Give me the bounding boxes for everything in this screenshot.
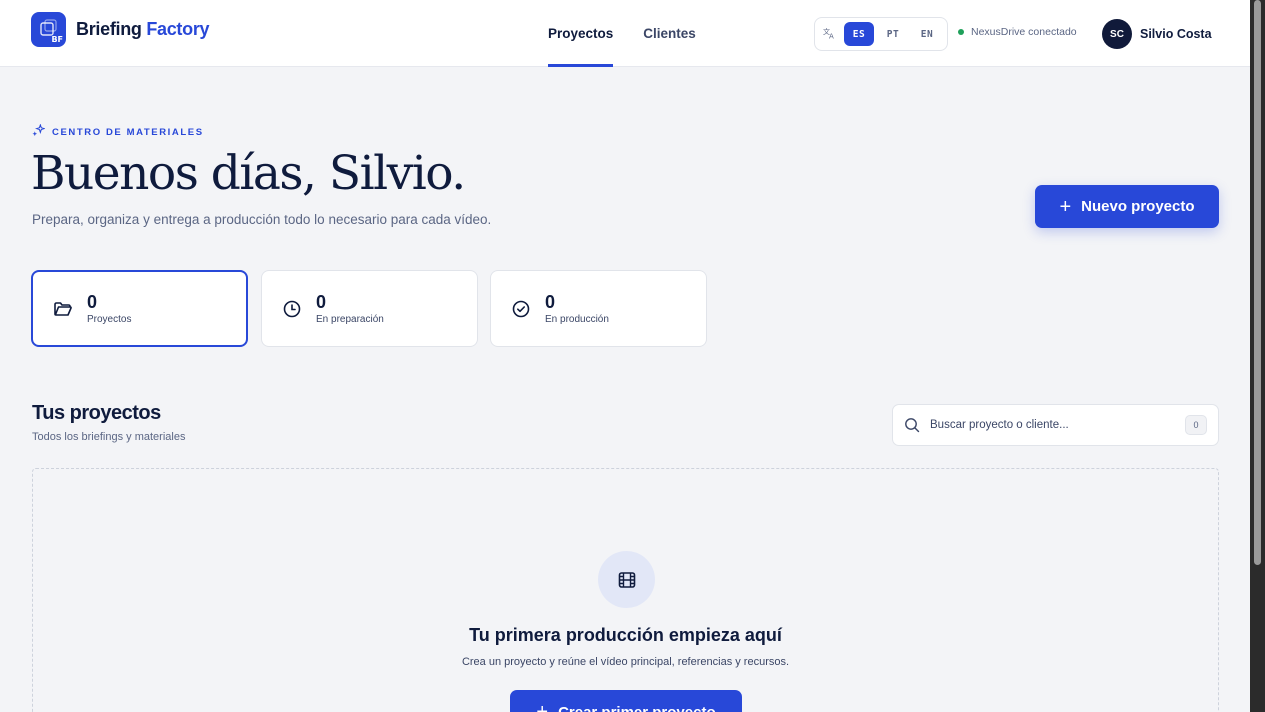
empty-state-subtitle: Crea un proyecto y reúne el vídeo princi… [461,656,790,668]
user-name: Silvio Costa [1140,27,1212,41]
status-dot-icon [958,29,964,35]
language-switcher: 文 A ES PT EN [814,17,948,51]
stat-text: 0 En producción [545,293,609,325]
brand-name-main: Briefing [76,19,142,39]
create-first-project-label: Crear primer proyecto [558,703,716,712]
section-subtitle: Todos los briefings y materiales [32,431,186,443]
results-count-badge: 0 [1185,415,1207,435]
main-nav: Proyectos Clientes [548,0,696,67]
drive-status-text: NexusDrive conectado [971,26,1077,38]
check-circle-icon [512,300,530,317]
user-menu[interactable]: SC Silvio Costa [1102,19,1212,49]
tab-clientes[interactable]: Clientes [643,0,696,67]
stat-card-en-produccion[interactable]: 0 En producción [490,270,707,347]
brand[interactable]: BF Briefing Factory [31,12,210,47]
stat-text: 0 Proyectos [87,293,131,325]
drive-status: NexusDrive conectado [958,26,1077,38]
brand-logo-icon: BF [31,12,66,47]
top-bar: BF Briefing Factory Proyectos Clientes 文… [0,0,1250,67]
search-icon [905,418,920,433]
stat-value: 0 [87,291,98,312]
stat-label: En producción [545,313,609,325]
sparkle-icon [32,123,46,140]
create-first-project-button[interactable]: + Crear primer proyecto [510,690,742,712]
clock-icon [283,300,301,317]
lang-pt-button[interactable]: PT [878,22,908,46]
section-title: Tus proyectos [32,402,161,424]
tab-proyectos[interactable]: Proyectos [548,0,614,67]
scrollbar-thumb[interactable] [1254,0,1261,565]
stat-card-en-preparacion[interactable]: 0 En preparación [261,270,478,347]
brand-logo-badge: BF [51,35,63,44]
stat-label: Proyectos [87,313,132,325]
svg-text:A: A [829,32,834,39]
search-box: 0 [892,404,1219,446]
eyebrow-label: CENTRO DE MATERIALES [52,126,204,138]
translate-icon: 文 A [820,27,840,42]
page-subtitle: Prepara, organiza y entrega a producción… [32,212,492,227]
new-project-label: Nuevo proyecto [1081,198,1195,215]
empty-state: Tu primera producción empieza aquí Crea … [32,468,1219,712]
brand-name-accent: Factory [146,19,210,39]
stat-card-proyectos[interactable]: 0 Proyectos [31,270,248,347]
film-icon [598,551,655,608]
eyebrow: CENTRO DE MATERIALES [32,123,204,140]
stat-value: 0 [545,291,556,312]
new-project-button[interactable]: + Nuevo proyecto [1035,185,1219,228]
plus-icon: + [536,701,549,712]
search-input[interactable] [930,419,1175,431]
stat-text: 0 En preparación [316,293,384,325]
page-scrollbar[interactable] [1250,0,1265,712]
stat-label: En preparación [316,313,384,325]
lang-es-button[interactable]: ES [844,22,874,46]
empty-state-title: Tu primera producción empieza aquí [469,625,782,645]
lang-en-button[interactable]: EN [912,22,942,46]
stat-value: 0 [316,291,327,312]
brand-name: Briefing Factory [76,19,210,40]
avatar: SC [1102,19,1132,49]
folder-icon [54,301,72,316]
page-title: Buenos días, Silvio. [31,146,466,201]
plus-icon: + [1059,195,1072,218]
